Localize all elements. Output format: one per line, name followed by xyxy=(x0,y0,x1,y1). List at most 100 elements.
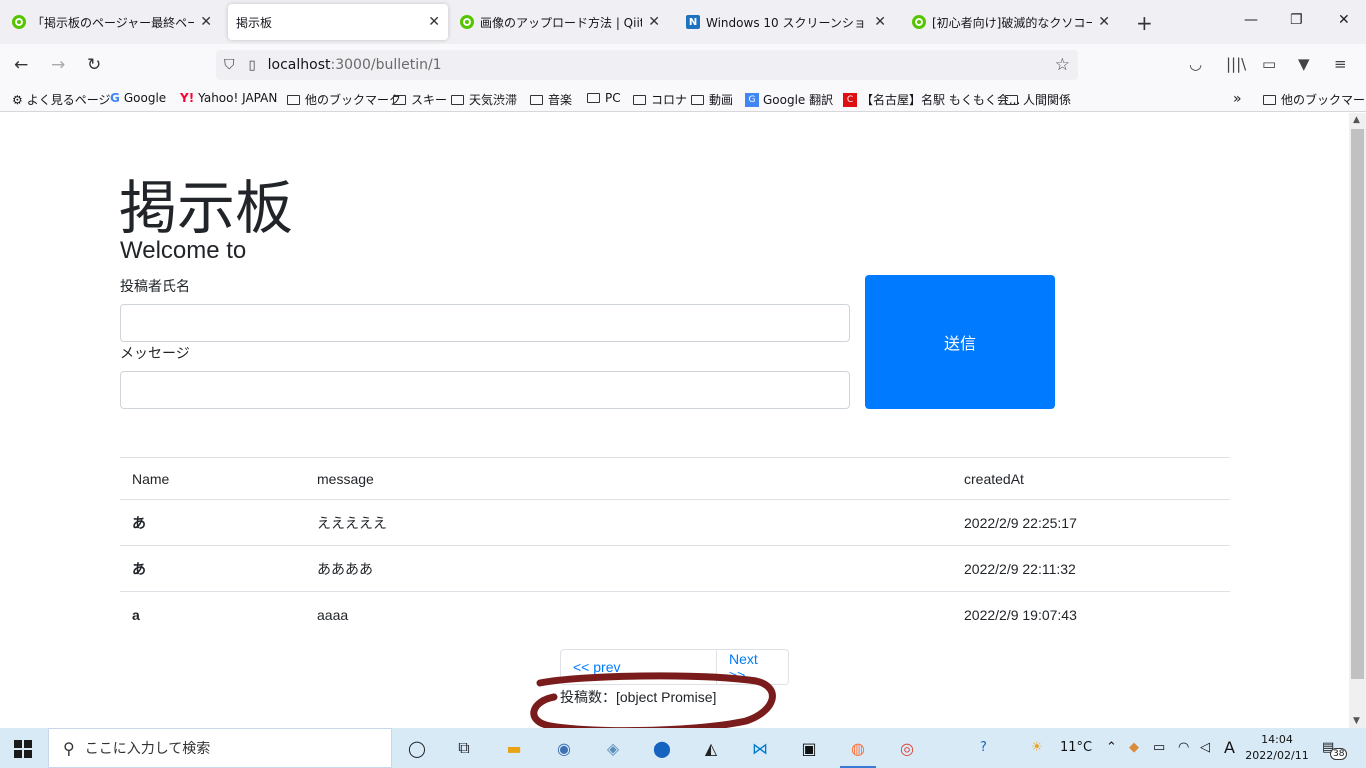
sidebar-icon[interactable]: ▭ xyxy=(1262,55,1276,73)
bookmark-item[interactable]: 動画 xyxy=(691,91,733,108)
forward-icon[interactable]: → xyxy=(51,55,65,75)
windows-start-icon[interactable] xyxy=(14,740,32,758)
message-input[interactable] xyxy=(120,371,850,409)
folder-icon xyxy=(633,94,646,105)
gear-icon: ⚙ xyxy=(12,92,23,107)
help-icon[interactable]: ? xyxy=(980,740,987,755)
name-input[interactable] xyxy=(120,304,850,342)
close-icon[interactable]: ✕ xyxy=(648,14,660,30)
extension-icon[interactable]: ▼ xyxy=(1298,55,1310,73)
ime-indicator[interactable]: A xyxy=(1224,738,1235,757)
pocket-icon[interactable]: ◡ xyxy=(1189,55,1202,73)
bookmark-item[interactable]: 人間関係 xyxy=(1005,91,1071,108)
bookmark-item[interactable]: コロナ xyxy=(633,91,687,108)
tab-4[interactable]: [初心者向け]破滅的なクソコードを 書 ✕ xyxy=(904,4,1118,40)
battery-icon[interactable]: ▭ xyxy=(1153,740,1165,755)
table-row: あ ああああ 2022/2/9 22:11:32 xyxy=(120,545,1230,591)
app-icon[interactable]: ◭ xyxy=(699,737,723,759)
close-window-icon[interactable]: ✕ xyxy=(1338,12,1350,28)
close-icon[interactable]: ✕ xyxy=(1098,14,1110,30)
post-count: 投稿数：[object Promise] xyxy=(560,689,717,705)
tab-title: [初心者向け]破滅的なクソコードを 書 xyxy=(932,15,1093,30)
bookmarks-bar: ⚙ よく見るページ G Google Y! Yahoo! JAPAN 他のブックマーク… xyxy=(0,86,1366,112)
folder-icon xyxy=(287,94,300,105)
scroll-down-icon[interactable]: ▼ xyxy=(1353,716,1360,726)
taskbar-search-input[interactable]: ⚲ ここに入力して検索 xyxy=(48,728,392,768)
cell-created: 2022/2/9 22:25:17 xyxy=(964,514,1077,531)
notification-badge: 38 xyxy=(1330,748,1348,760)
vertical-scrollbar[interactable]: ▲ ▼ xyxy=(1349,113,1366,728)
bookmark-item[interactable]: 他のブックマーク xyxy=(1263,91,1366,108)
close-icon[interactable]: ✕ xyxy=(428,14,440,30)
table-header-row: Name message createdAt xyxy=(120,457,1230,499)
bookmark-item[interactable]: G Google xyxy=(110,91,166,105)
restore-icon[interactable]: ❐ xyxy=(1290,12,1303,28)
tab-0[interactable]: 「掲示板のページャー最終ページ処理 ✕ xyxy=(4,4,220,40)
back-icon[interactable]: ← xyxy=(14,55,28,75)
page-info-icon[interactable]: ▯ xyxy=(249,58,256,73)
folder-icon xyxy=(393,94,406,105)
bookmark-item[interactable]: PC xyxy=(587,91,621,105)
task-view-icon[interactable]: ⧉ xyxy=(452,737,476,759)
taskbar-clock[interactable]: 14:04 2022/02/11 xyxy=(1244,732,1310,764)
close-icon[interactable]: ✕ xyxy=(200,14,212,30)
column-header: createdAt xyxy=(964,470,1024,487)
bookmark-label: コロナ xyxy=(651,93,688,107)
bookmark-label: Google xyxy=(123,91,167,105)
minimize-icon[interactable]: — xyxy=(1244,12,1258,28)
bookmark-star-icon[interactable]: ☆ xyxy=(1055,55,1070,75)
cortana-icon[interactable]: ◯ xyxy=(405,737,429,759)
folder-icon xyxy=(1005,94,1018,105)
library-icon[interactable]: |||\ xyxy=(1226,55,1246,73)
bookmark-item[interactable]: 他のブックマーク xyxy=(287,91,401,108)
bookmark-item[interactable]: ⚙ よく見るページ xyxy=(12,91,111,108)
menu-icon[interactable]: ≡ xyxy=(1334,55,1347,73)
chrome-icon[interactable]: ◎ xyxy=(895,737,919,759)
chevron-up-icon[interactable]: ⌃ xyxy=(1106,740,1117,755)
bookmark-item[interactable]: 音楽 xyxy=(530,91,572,108)
qiita-icon xyxy=(912,15,926,29)
chevron-right-icon[interactable]: » xyxy=(1233,91,1242,107)
cell-name: あ xyxy=(132,514,146,531)
reload-icon[interactable]: ↻ xyxy=(87,55,101,75)
tab-2[interactable]: 画像のアップロード方法 | Qiita Sup ✕ xyxy=(452,4,668,40)
tab-3[interactable]: N Windows 10 スクリーンショットを撮 ✕ xyxy=(678,4,894,40)
new-tab-icon[interactable]: + xyxy=(1136,11,1153,35)
url-bar[interactable]: ⛉ ▯ localhost:3000/bulletin/1 ☆ xyxy=(216,50,1078,80)
vscode-icon[interactable]: ⋈ xyxy=(748,737,772,759)
scroll-up-icon[interactable]: ▲ xyxy=(1353,115,1360,125)
tab-title: 掲示板 xyxy=(236,15,273,30)
weather-icon[interactable]: ☀ xyxy=(1031,740,1043,755)
app-tray-icon[interactable]: ◆ xyxy=(1129,740,1139,755)
search-placeholder: ここに入力して検索 xyxy=(84,741,211,757)
thunderbird-icon[interactable]: ◉ xyxy=(552,737,576,759)
temperature[interactable]: 11°C xyxy=(1060,740,1092,755)
file-explorer-icon[interactable]: ▬ xyxy=(502,737,526,759)
bookmark-item[interactable]: C 【名古屋】名駅 もくもく会... xyxy=(843,91,1020,108)
scroll-thumb[interactable] xyxy=(1351,129,1364,679)
tab-1[interactable]: 掲示板 ✕ xyxy=(228,4,448,40)
bookmark-item[interactable]: Y! Yahoo! JAPAN xyxy=(180,91,277,105)
bookmark-item[interactable]: G Google 翻訳 xyxy=(745,91,833,108)
shield-icon[interactable]: ⛉ xyxy=(224,57,235,73)
taskbar: ⚲ ここに入力して検索 ◯ ⧉ ▬ ◉ ◈ ⬤ ◭ ⋈ ▣ ◍ ◎ ? ☀ 11… xyxy=(0,728,1366,768)
cell-created: 2022/2/9 22:11:32 xyxy=(964,560,1076,577)
bookmark-item[interactable]: 天気渋滞 xyxy=(451,91,517,108)
posts-table: Name message createdAt あ えええええ 2022/2/9 … xyxy=(120,457,1230,637)
submit-button[interactable]: 送信 xyxy=(865,275,1055,409)
cell-name: a xyxy=(132,606,140,623)
cell-message: ああああ xyxy=(317,560,373,577)
clock-time: 14:04 xyxy=(1261,733,1293,746)
folder-icon xyxy=(587,93,600,103)
terminal-icon[interactable]: ▣ xyxy=(797,737,821,759)
url-text[interactable]: localhost:3000/bulletin/1 xyxy=(268,57,442,73)
page-content: 掲示板 Welcome to 投稿者氏名 メッセージ 送信 Name messa… xyxy=(0,113,1349,728)
url-host: localhost xyxy=(267,57,331,73)
wifi-icon[interactable]: ◠ xyxy=(1178,740,1189,755)
app-icon[interactable]: ◈ xyxy=(601,737,625,759)
maps-icon[interactable]: ⬤ xyxy=(650,737,674,759)
bookmark-item[interactable]: スキー xyxy=(393,91,447,108)
firefox-icon[interactable]: ◍ xyxy=(840,737,876,768)
volume-icon[interactable]: ◁ xyxy=(1200,740,1210,755)
close-icon[interactable]: ✕ xyxy=(874,14,886,30)
